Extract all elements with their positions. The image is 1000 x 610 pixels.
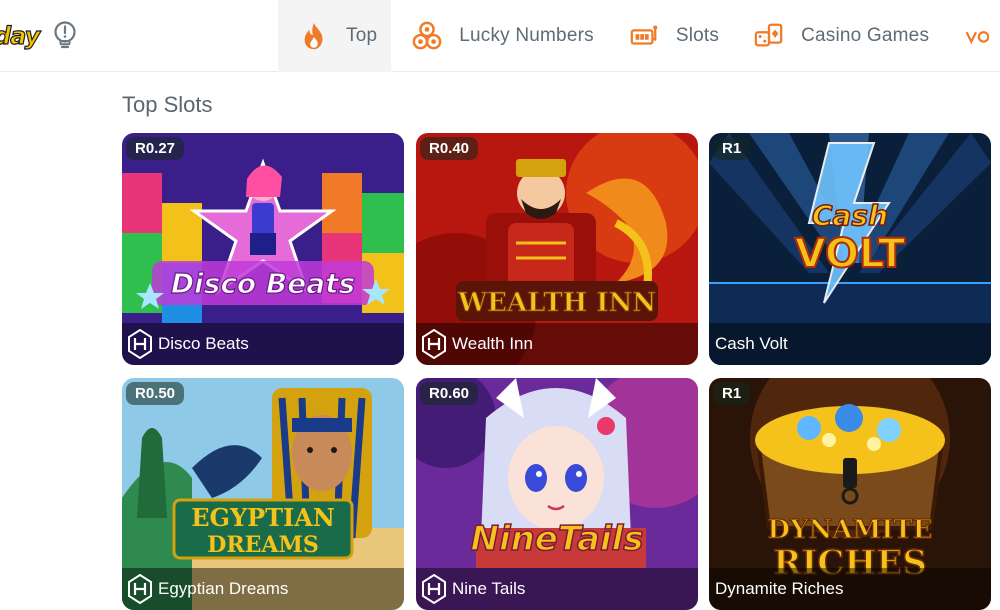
art-title-line1: Cash [812,199,888,232]
provider-logo-icon [128,329,152,359]
tab-next-partial[interactable] [943,0,990,72]
category-tabs: Top Lucky Numbers Slots Casino Games [278,0,990,72]
game-name: Egyptian Dreams [158,579,289,598]
game-name: Dynamite Riches [715,579,844,598]
tab-label: Lucky Numbers [459,25,594,46]
game-card-nine-tails[interactable]: NineTails R0.60 Nine Tails [416,378,698,610]
bet-price-badge: R0.27 [126,137,185,160]
game-caption: Wealth Inn [416,323,698,365]
lottery-balls-icon [411,20,443,52]
game-name: Wealth Inn [452,334,533,353]
game-caption: Dynamite Riches [709,568,991,610]
bet-price-badge: R0.40 [420,137,479,160]
slot-machine-icon [628,20,660,52]
game-caption: Nine Tails [416,568,698,610]
art-title-line1: DYNAMITE [767,515,932,545]
game-name: Cash Volt [715,334,788,353]
tab-casino-games[interactable]: Casino Games [733,0,943,72]
art-title-line2: VOLT [795,231,906,277]
tab-label: Slots [675,25,720,46]
art-title-line2: DREAMS [207,532,318,558]
game-card-dynamite-riches[interactable]: DYNAMITE RICHES R1 Dynamite Riches [709,378,991,610]
brand-logo[interactable]: day [0,21,41,50]
lightbulb-icon[interactable] [52,20,78,50]
game-name: Disco Beats [158,334,249,353]
game-name: Nine Tails [452,579,526,598]
game-caption: Disco Beats [122,323,404,365]
game-card-wealth-inn[interactable]: WEALTH INN R0.40 Wealth Inn [416,133,698,365]
bet-price-badge: R0.60 [420,382,479,405]
art-title: NineTails [470,519,643,559]
partial-icon [963,20,990,52]
tab-lucky-numbers[interactable]: Lucky Numbers [391,0,608,72]
art-title: WEALTH INN [457,288,656,318]
provider-logo-icon [422,329,446,359]
tab-label: Casino Games [801,25,930,46]
art-title: Disco Beats [171,267,355,300]
game-card-cash-volt[interactable]: Cash VOLT R1 Cash Volt [709,133,991,365]
dice-cards-icon [753,20,785,52]
fire-icon [298,20,330,52]
game-card-disco-beats[interactable]: Disco Beats R0.27 Disco Beats [122,133,404,365]
bet-price-badge: R1 [713,137,751,160]
tab-top[interactable]: Top [278,0,392,72]
section-title: Top Slots [122,92,213,117]
tab-label: Top [346,25,378,46]
game-card-egyptian-dreams[interactable]: EGYPTIAN DREAMS R0.50 Egyptian Dreams [122,378,404,610]
tab-slots[interactable]: Slots [608,0,733,72]
game-caption: Cash Volt [709,323,991,365]
top-navigation-bar: day Top [0,0,1000,72]
game-caption: Egyptian Dreams [122,568,404,610]
bet-price-badge: R1 [713,382,751,405]
art-title-line1: EGYPTIAN [191,503,335,532]
bet-price-badge: R0.50 [126,382,185,405]
